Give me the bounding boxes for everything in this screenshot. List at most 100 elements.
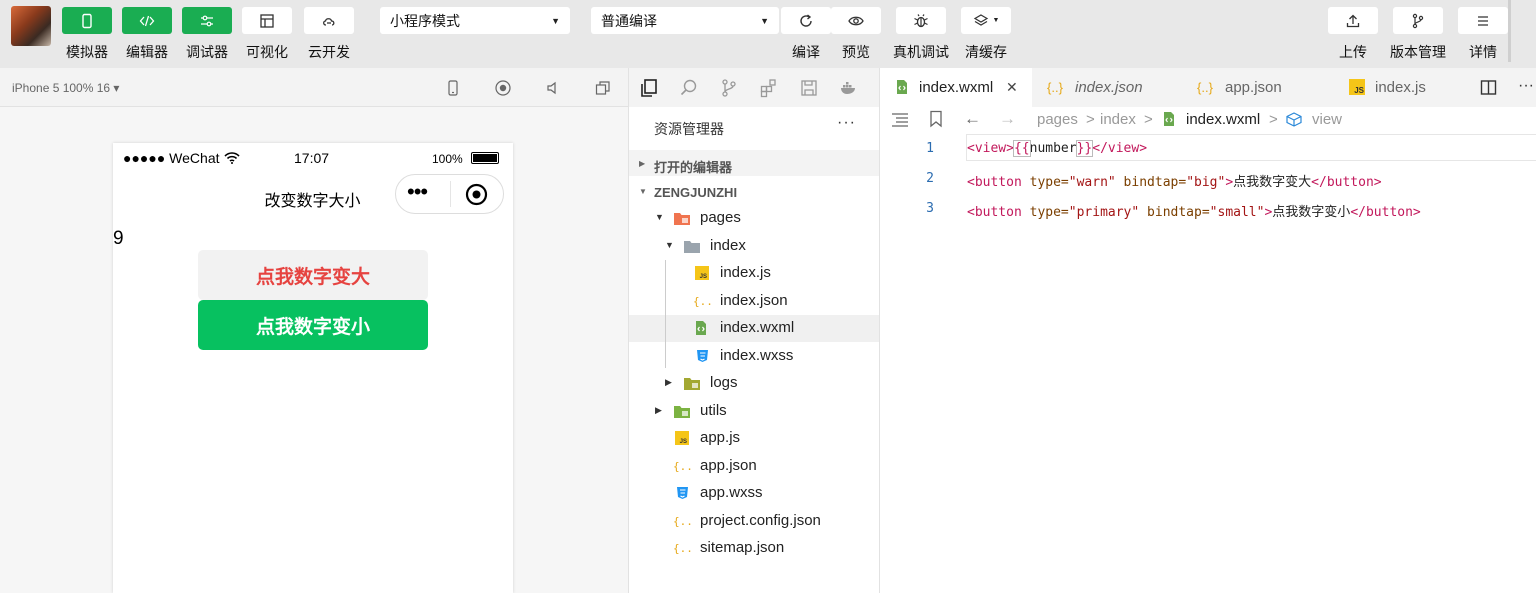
tree-item-logs[interactable]: ▶ logs bbox=[629, 370, 879, 397]
tree-item-index-wxml[interactable]: index.wxml bbox=[629, 315, 879, 342]
bookmark-icon[interactable] bbox=[929, 110, 943, 128]
visual-toggle-button[interactable] bbox=[242, 7, 292, 34]
mode-select-value: 小程序模式 bbox=[390, 12, 460, 29]
mode-select[interactable]: 小程序模式 ▼ bbox=[380, 7, 570, 34]
remote-debug-button[interactable] bbox=[896, 7, 946, 34]
battery-icon bbox=[471, 152, 499, 164]
simulator-toggle-button[interactable] bbox=[62, 7, 112, 34]
code-token: </button> bbox=[1311, 175, 1382, 190]
tree-item-pages[interactable]: ▼ pages bbox=[629, 205, 879, 232]
files-icon[interactable] bbox=[639, 78, 659, 98]
phone-icon[interactable] bbox=[444, 79, 462, 97]
crumb-file[interactable]: index.wxml bbox=[1186, 111, 1260, 128]
split-editor-icon[interactable] bbox=[1480, 79, 1497, 96]
forward-arrow-icon[interactable]: → bbox=[999, 109, 1016, 129]
crumb-pages[interactable]: pages bbox=[1037, 111, 1078, 128]
code-token: "warn" bbox=[1068, 175, 1116, 190]
status-time: 17:07 bbox=[294, 150, 330, 166]
capsule-menu: ••• bbox=[395, 174, 504, 214]
project-label: ZENGJUNZHI bbox=[654, 185, 738, 200]
source-control-icon[interactable] bbox=[719, 78, 739, 98]
back-arrow-icon[interactable]: ← bbox=[964, 109, 981, 129]
tree-item-sitemap-json[interactable]: {..} sitemap.json bbox=[629, 535, 879, 562]
wxss-file-icon bbox=[697, 349, 708, 362]
editor-more-icon[interactable]: ··· bbox=[1518, 77, 1534, 95]
chevron-right-icon[interactable]: ▶ bbox=[655, 405, 662, 416]
tab-label: index.js bbox=[1375, 79, 1426, 96]
crumb-sep: > bbox=[1086, 111, 1095, 128]
compile-label: 编译 bbox=[792, 44, 820, 60]
user-avatar[interactable] bbox=[11, 6, 51, 46]
wxml-file-icon bbox=[897, 80, 907, 94]
details-button[interactable] bbox=[1458, 7, 1508, 34]
chevron-down-icon[interactable]: ▼ bbox=[655, 212, 664, 222]
volume-icon[interactable] bbox=[544, 79, 562, 97]
compile-select[interactable]: 普通编译 ▼ bbox=[591, 7, 779, 34]
branch-icon bbox=[1412, 13, 1424, 28]
tree-item-project-config-json[interactable]: {..} project.config.json bbox=[629, 508, 879, 535]
tree-item-utils[interactable]: ▶ utils bbox=[629, 398, 879, 425]
code-token: <view> bbox=[967, 141, 1014, 156]
editor-toggle-button[interactable] bbox=[122, 7, 172, 34]
chevron-right-icon: ▶ bbox=[639, 159, 646, 168]
code-line-2: <button type="warn" bindtap="big">点我数字变大… bbox=[967, 171, 1382, 190]
chevron-down-icon[interactable]: ▼ bbox=[665, 240, 674, 250]
upload-button[interactable] bbox=[1328, 7, 1378, 34]
extensions-icon[interactable] bbox=[759, 78, 779, 98]
folder-icon bbox=[684, 240, 700, 253]
layout-icon bbox=[260, 13, 274, 28]
more-icon[interactable]: ••• bbox=[407, 181, 428, 203]
tree-item-label: project.config.json bbox=[700, 511, 821, 529]
tree-item-index[interactable]: ▼ index bbox=[629, 233, 879, 260]
bug-icon bbox=[914, 13, 928, 27]
phone-screen: ●●●●● WeChat 17:07 100% 改变数字大小 ••• 9 点我数… bbox=[113, 143, 513, 593]
cloud-dev-button[interactable] bbox=[304, 7, 354, 34]
folder-icon bbox=[684, 378, 700, 390]
bigger-button[interactable]: 点我数字变大 bbox=[198, 250, 428, 300]
more-actions-icon[interactable]: ··· bbox=[837, 114, 856, 132]
tab-index-wxml[interactable]: index.wxml ✕ bbox=[880, 68, 1032, 107]
save-icon[interactable] bbox=[799, 78, 819, 98]
device-select[interactable]: iPhone 5 100% 16 ▾ bbox=[12, 81, 119, 95]
record-icon[interactable] bbox=[494, 79, 512, 97]
cloud-dev-label: 云开发 bbox=[308, 44, 350, 60]
open-editors-section[interactable]: ▶ 打开的编辑器 bbox=[629, 150, 879, 176]
debugger-toggle-button[interactable] bbox=[182, 7, 232, 34]
close-miniprogram-icon[interactable] bbox=[465, 183, 488, 206]
clear-cache-button[interactable]: ▼ bbox=[961, 7, 1011, 34]
tree-item-app-wxss[interactable]: app.wxss bbox=[629, 480, 879, 507]
compile-button[interactable] bbox=[781, 7, 831, 34]
outline-icon[interactable] bbox=[891, 112, 909, 127]
version-button[interactable] bbox=[1393, 7, 1443, 34]
code-editor: index.wxml ✕ {..} index.json {..} app.js… bbox=[880, 68, 1536, 593]
close-icon[interactable]: ✕ bbox=[1006, 79, 1018, 96]
tree-item-app-js[interactable]: JS app.js bbox=[629, 425, 879, 452]
tab-app-json[interactable]: {..} app.json bbox=[1183, 68, 1332, 107]
code-token: 点我数字变大 bbox=[1233, 175, 1312, 190]
tree-item-label: index bbox=[710, 236, 746, 254]
tree-item-app-json[interactable]: {..} app.json bbox=[629, 453, 879, 480]
detach-window-icon[interactable] bbox=[594, 79, 612, 97]
code-token: type= bbox=[1021, 205, 1069, 220]
preview-button[interactable] bbox=[831, 7, 881, 34]
search-icon[interactable] bbox=[679, 78, 699, 98]
crumb-index[interactable]: index bbox=[1100, 111, 1136, 128]
tree-item-label: logs bbox=[710, 374, 738, 391]
smaller-button[interactable]: 点我数字变小 bbox=[198, 300, 428, 350]
tree-item-label: sitemap.json bbox=[700, 539, 785, 556]
tree-item-index-js[interactable]: JS index.js bbox=[629, 260, 879, 287]
code-token: }} bbox=[1075, 140, 1094, 157]
tree-item-index-wxss[interactable]: index.wxss bbox=[629, 343, 879, 370]
crumb-view[interactable]: view bbox=[1312, 111, 1342, 128]
chevron-right-icon[interactable]: ▶ bbox=[665, 377, 672, 388]
svg-text:{..}: {..} bbox=[673, 515, 691, 528]
cloud-icon bbox=[323, 17, 335, 26]
tab-index-json[interactable]: {..} index.json bbox=[1033, 68, 1182, 107]
tree-item-index-json[interactable]: {..} index.json bbox=[629, 288, 879, 315]
project-section[interactable]: ▼ ZENGJUNZHI bbox=[629, 178, 879, 204]
code-token: "primary" bbox=[1068, 205, 1140, 220]
chevron-down-icon: ▼ bbox=[760, 15, 769, 26]
docker-icon[interactable] bbox=[839, 78, 859, 98]
code-token: > bbox=[1225, 175, 1234, 190]
tab-index-js[interactable]: JS index.js bbox=[1333, 68, 1464, 107]
